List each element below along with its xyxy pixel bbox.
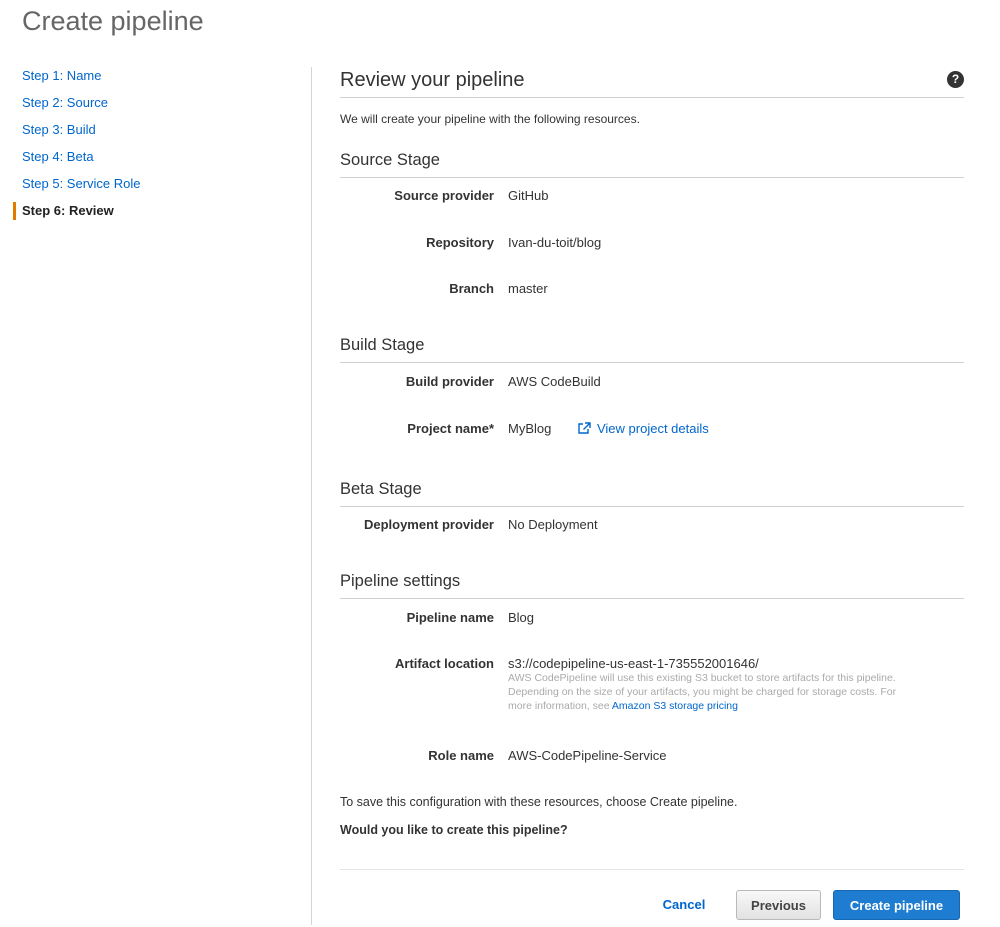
pipeline-settings-title: Pipeline settings xyxy=(340,572,461,590)
source-stage-title: Source Stage xyxy=(340,151,440,169)
build-stage-title: Build Stage xyxy=(340,336,425,354)
section-divider xyxy=(340,598,964,599)
step-service-role[interactable]: Step 5: Service Role xyxy=(0,174,300,201)
role-name-value: AWS-CodePipeline-Service xyxy=(508,748,667,763)
question-circle-icon[interactable]: ? xyxy=(947,71,964,88)
step-source[interactable]: Step 2: Source xyxy=(0,93,300,120)
role-name-label: Role name xyxy=(428,748,494,763)
previous-button[interactable]: Previous xyxy=(736,890,821,920)
build-provider-label: Build provider xyxy=(405,374,494,389)
create-pipeline-button[interactable]: Create pipeline xyxy=(833,890,960,920)
artifact-location-note: AWS CodePipeline will use this existing … xyxy=(508,671,918,713)
step-build[interactable]: Step 3: Build xyxy=(0,120,300,147)
project-name-value: MyBlog View project details xyxy=(508,421,709,436)
section-divider xyxy=(340,506,964,507)
beta-stage-title: Beta Stage xyxy=(340,480,422,498)
section-divider xyxy=(340,177,964,178)
title-divider xyxy=(340,97,964,98)
footer-divider xyxy=(340,869,964,870)
save-instructions: To save this configuration with these re… xyxy=(340,795,738,809)
repository-value: Ivan-du-toit/blog xyxy=(508,235,602,250)
cancel-button[interactable]: Cancel xyxy=(649,890,719,920)
section-divider xyxy=(340,362,964,363)
view-project-details-link[interactable]: View project details xyxy=(577,421,709,436)
intro-text: We will create your pipeline with the fo… xyxy=(340,112,640,126)
deployment-provider-label: Deployment provider xyxy=(363,517,494,532)
create-question: Would you like to create this pipeline? xyxy=(340,823,568,837)
source-provider-label: Source provider xyxy=(394,188,494,203)
deployment-provider-value: No Deployment xyxy=(508,517,598,532)
s3-pricing-link[interactable]: Amazon S3 storage pricing xyxy=(612,700,738,712)
step-name[interactable]: Step 1: Name xyxy=(0,66,300,93)
wizard-steps: Step 1: Name Step 2: Source Step 3: Buil… xyxy=(0,66,300,228)
step-review: Step 6: Review xyxy=(0,201,300,228)
project-name-label: Project name* xyxy=(407,421,494,436)
pipeline-name-label: Pipeline name xyxy=(406,610,494,625)
page-title: Create pipeline xyxy=(22,6,204,36)
view-project-details-label: View project details xyxy=(596,421,709,436)
artifact-location-label: Artifact location xyxy=(395,656,494,671)
source-provider-value: GitHub xyxy=(508,188,549,203)
artifact-location-value: s3://codepipeline-us-east-1-735552001646… xyxy=(508,656,759,671)
review-title: Review your pipeline xyxy=(340,69,525,91)
branch-label: Branch xyxy=(449,281,494,296)
build-provider-value: AWS CodeBuild xyxy=(508,374,601,389)
external-link-icon xyxy=(578,422,591,434)
repository-label: Repository xyxy=(426,235,494,250)
artifact-location-row: Artifact location s3://codepipeline-us-e… xyxy=(340,656,964,726)
pipeline-name-value: Blog xyxy=(508,610,535,625)
branch-value: master xyxy=(508,281,548,296)
step-beta[interactable]: Step 4: Beta xyxy=(0,147,300,174)
review-panel: Review your pipeline ? We will create yo… xyxy=(340,64,964,920)
project-name-text: MyBlog xyxy=(508,421,552,436)
